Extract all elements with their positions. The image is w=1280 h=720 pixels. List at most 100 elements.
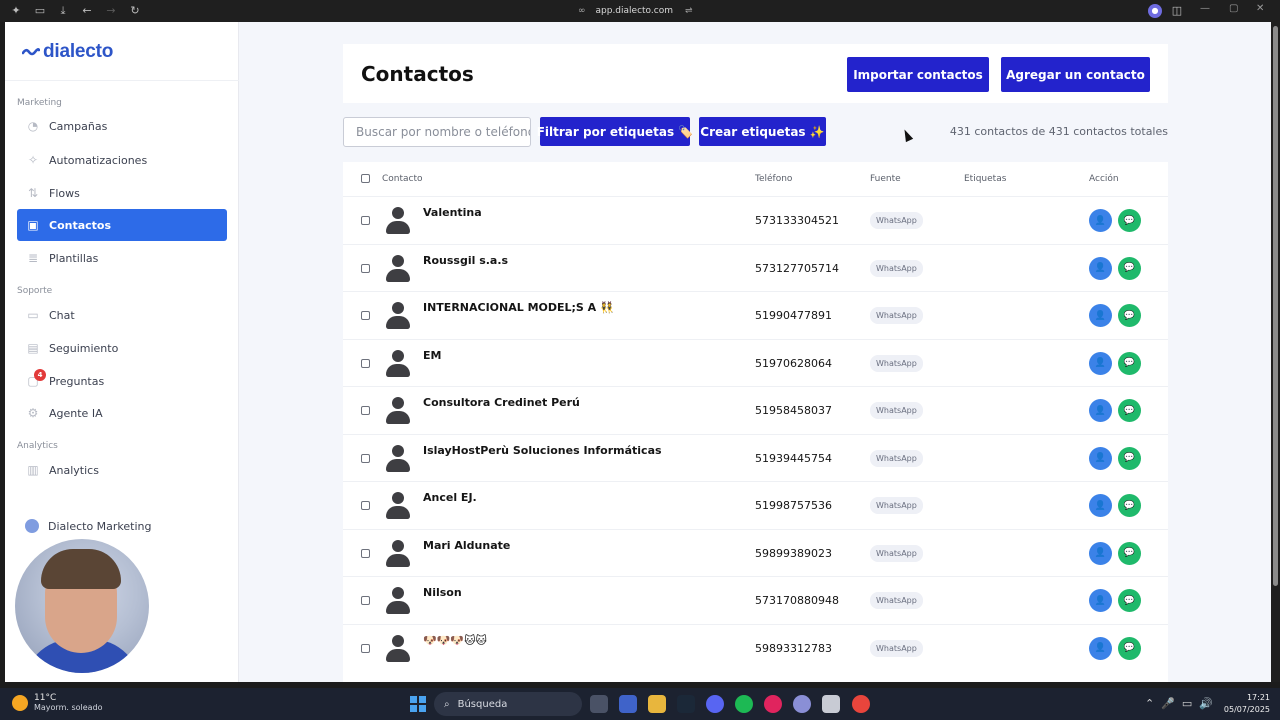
table-row[interactable]: Ancel EJ. 51998757536 WhatsApp 👤 💬 [343, 481, 1168, 529]
close-window-icon[interactable]: ✕ [1256, 3, 1264, 14]
open-chat-icon[interactable]: 💬 [1118, 494, 1141, 517]
row-checkbox[interactable] [361, 596, 370, 605]
minimize-icon[interactable]: — [1200, 3, 1210, 14]
open-chat-icon[interactable]: 💬 [1118, 351, 1141, 375]
view-profile-icon[interactable]: 👤 [1089, 446, 1112, 470]
reload-icon[interactable]: ↻ [128, 4, 142, 18]
contact-name[interactable]: IslayHostPerù Soluciones Informáticas [423, 444, 662, 457]
clock[interactable]: 17:21 05/07/2025 [1218, 692, 1270, 716]
weather-widget[interactable]: 11°C Mayorm. soleado [12, 693, 103, 712]
row-checkbox[interactable] [361, 643, 370, 653]
contact-name[interactable]: Ancel EJ. [423, 491, 477, 504]
view-profile-icon[interactable]: 👤 [1089, 494, 1112, 517]
forward-icon[interactable]: → [104, 4, 118, 18]
sidebar-item-plantillas[interactable]: ≣ Plantillas [17, 242, 227, 274]
contact-name[interactable]: Mari Aldunate [423, 539, 510, 552]
windows-start-icon[interactable] [410, 696, 426, 712]
sidebar-item-seguimiento[interactable]: ▤ Seguimiento [17, 332, 227, 364]
column-header[interactable]: Etiquetas [964, 174, 1006, 184]
contact-name[interactable]: Valentina [423, 206, 482, 219]
slack-icon[interactable] [764, 695, 782, 713]
organization-switcher[interactable]: Dialecto Marketing [25, 519, 152, 533]
sidebar-item-flows[interactable]: ⇅ Flows [17, 177, 227, 209]
sidebar-item-chat[interactable]: ▭ Chat [17, 299, 227, 331]
row-checkbox[interactable] [361, 263, 370, 273]
copilot-app-icon[interactable] [619, 695, 637, 713]
table-row[interactable]: Nilson 573170880948 WhatsApp 👤 💬 [343, 576, 1168, 624]
table-row[interactable]: 🐶🐶🐶🐱🐱 59893312783 WhatsApp 👤 💬 [343, 623, 1168, 672]
open-chat-icon[interactable]: 💬 [1118, 304, 1141, 327]
view-profile-icon[interactable]: 👤 [1089, 541, 1112, 565]
view-profile-icon[interactable]: 👤 [1089, 399, 1112, 422]
extensions-icon[interactable]: ✦ [9, 4, 23, 18]
column-header[interactable]: Contacto [382, 174, 423, 184]
row-checkbox[interactable] [361, 501, 370, 510]
view-profile-icon[interactable]: 👤 [1089, 636, 1112, 660]
row-checkbox[interactable] [361, 358, 370, 368]
table-row[interactable]: Valentina 573133304521 WhatsApp 👤 💬 [343, 196, 1168, 244]
add-contact-button[interactable]: Agregar un contacto [1001, 57, 1150, 92]
row-checkbox[interactable] [361, 453, 370, 463]
back-icon[interactable]: ← [80, 4, 94, 18]
select-all-checkbox[interactable] [361, 174, 370, 183]
open-chat-icon[interactable]: 💬 [1118, 446, 1141, 470]
view-profile-icon[interactable]: 👤 [1089, 209, 1112, 232]
contact-name[interactable]: Roussgil s.a.s [423, 254, 508, 267]
column-header[interactable]: Fuente [870, 174, 901, 184]
table-row[interactable]: Consultora Credinet Perú 51958458037 Whats… [343, 386, 1168, 434]
table-row[interactable]: IslayHostPerù Soluciones Informáticas 519… [343, 433, 1168, 482]
taskbar-search[interactable]: ⌕ Búsqueda [434, 692, 582, 716]
split-view-icon[interactable]: ◫ [1170, 4, 1184, 18]
sidebar-item-campanas[interactable]: ◔ Campañas [17, 110, 227, 142]
create-tags-button[interactable]: Crear etiquetas ✨ [699, 117, 826, 146]
contact-name[interactable]: INTERNACIONAL MODEL;S A 👯 [423, 301, 614, 314]
settings-app-icon[interactable] [793, 695, 811, 713]
column-header[interactable]: Teléfono [755, 174, 792, 184]
address-bar[interactable]: ∞ app.dialecto.com ⇌ [578, 4, 693, 18]
row-checkbox[interactable] [361, 406, 370, 415]
sidebar-item-automatizaciones[interactable]: ✧ Automatizaciones [17, 144, 227, 176]
file-explorer-icon[interactable] [648, 695, 666, 713]
discord-icon[interactable] [706, 695, 724, 713]
row-checkbox[interactable] [361, 216, 370, 225]
dialecto-logo[interactable]: dialecto [22, 39, 113, 65]
chrome-icon[interactable] [852, 695, 870, 713]
table-row[interactable]: EM 51970628064 WhatsApp 👤 💬 [343, 338, 1168, 387]
steam-icon[interactable] [677, 695, 695, 713]
view-profile-icon[interactable]: 👤 [1089, 256, 1112, 280]
row-checkbox[interactable] [361, 311, 370, 320]
contact-name[interactable]: EM [423, 349, 441, 362]
download-icon[interactable]: ⤓ [56, 4, 70, 18]
spotify-icon[interactable] [735, 695, 753, 713]
row-checkbox[interactable] [361, 548, 370, 558]
open-chat-icon[interactable]: 💬 [1118, 256, 1141, 280]
tune-icon[interactable]: ⇌ [685, 6, 693, 16]
sidebar-item-preguntas[interactable]: ▢ Preguntas 4 [17, 365, 227, 397]
table-row[interactable]: Mari Aldunate 59899389023 WhatsApp 👤 💬 [343, 528, 1168, 577]
page-scrollbar[interactable] [1271, 22, 1280, 682]
view-profile-icon[interactable]: 👤 [1089, 589, 1112, 612]
open-chat-icon[interactable]: 💬 [1118, 636, 1141, 660]
contact-name[interactable]: 🐶🐶🐶🐱🐱 [423, 634, 487, 647]
open-chat-icon[interactable]: 💬 [1118, 541, 1141, 565]
table-row[interactable]: INTERNACIONAL MODEL;S A 👯 51990477891 What… [343, 291, 1168, 339]
sidebar-item-contactos[interactable]: ▣ Contactos [17, 209, 227, 241]
search-input[interactable] [343, 117, 531, 147]
contact-name[interactable]: Nilson [423, 586, 462, 599]
open-chat-icon[interactable]: 💬 [1118, 209, 1141, 232]
sidebar-toggle-icon[interactable]: ▭ [33, 4, 47, 18]
task-view-icon[interactable] [590, 695, 608, 713]
view-profile-icon[interactable]: 👤 [1089, 304, 1112, 327]
open-chat-icon[interactable]: 💬 [1118, 399, 1141, 422]
contact-name[interactable]: Consultora Credinet Perú [423, 396, 580, 409]
browser-extension-icon[interactable]: ● [1148, 4, 1162, 18]
sidebar-item-agente-ia[interactable]: ⚙ Agente IA [17, 397, 227, 429]
view-profile-icon[interactable]: 👤 [1089, 351, 1112, 375]
notepad-app-icon[interactable] [822, 695, 840, 713]
open-chat-icon[interactable]: 💬 [1118, 589, 1141, 612]
filter-tags-button[interactable]: Filtrar por etiquetas 🏷️ [537, 117, 693, 146]
system-tray-icons[interactable]: ⌃ 🎤 ▭ 🔊 [1145, 697, 1213, 710]
sidebar-item-analytics[interactable]: ▥ Analytics [17, 454, 227, 486]
scrollbar-thumb[interactable] [1273, 26, 1278, 586]
import-contacts-button[interactable]: Importar contactos [847, 57, 989, 92]
